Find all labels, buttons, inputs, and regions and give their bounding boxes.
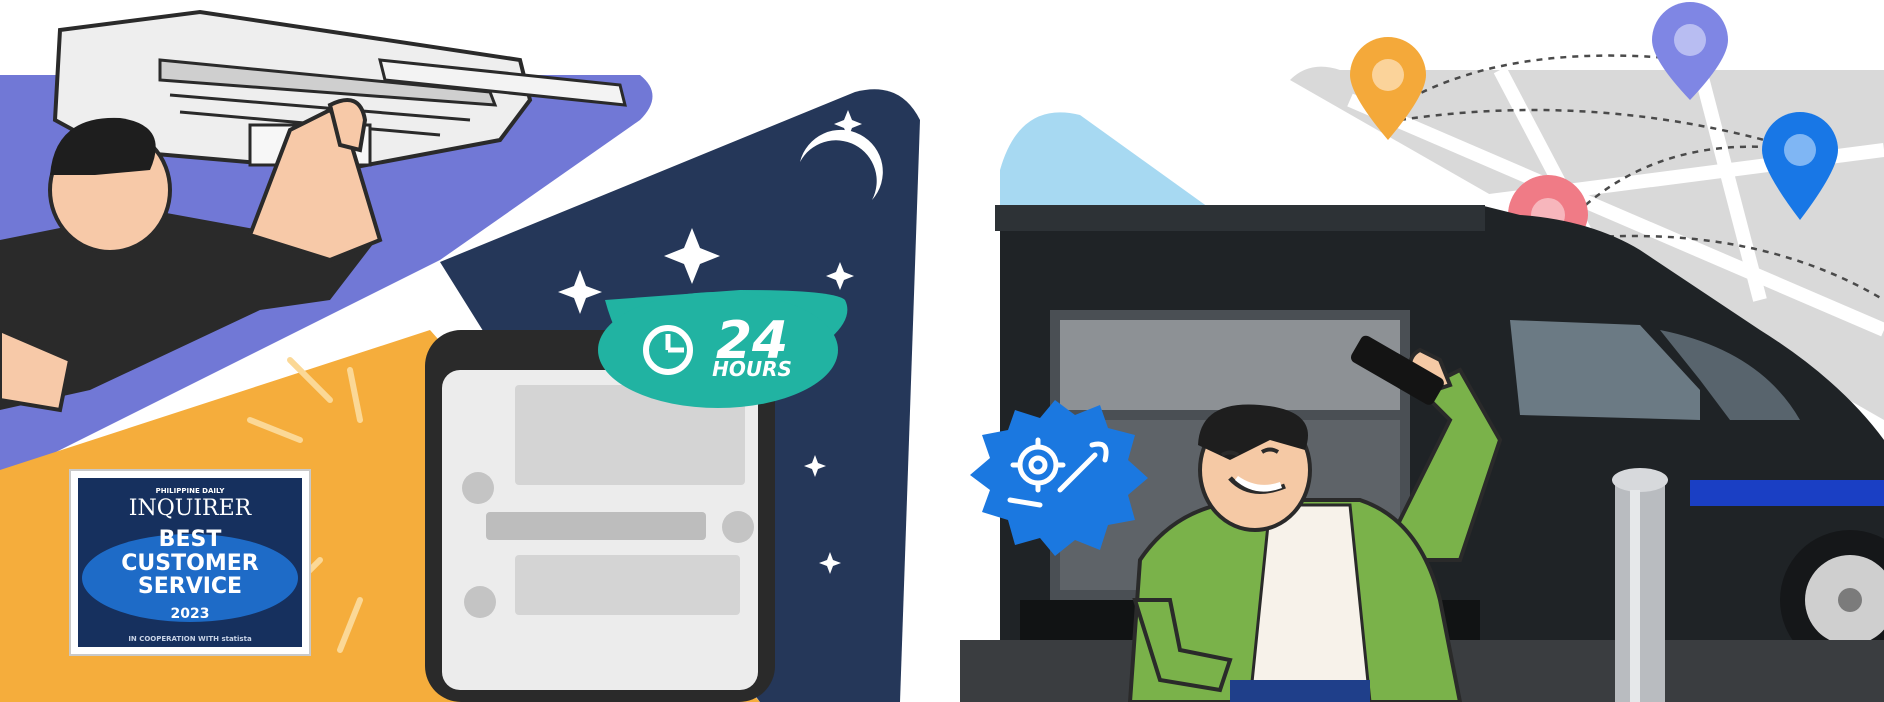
- chat-bubble: [515, 555, 740, 615]
- award-badge: PHILIPPINE DAILY INQUIRER BEST CUSTOMER …: [69, 469, 311, 656]
- chat-avatar: [722, 511, 754, 543]
- customer-shirt: [1248, 503, 1372, 702]
- badge-award-line1: BEST: [159, 527, 222, 552]
- badge-publisher: INQUIRER: [129, 496, 253, 521]
- customer-pants: [1230, 680, 1370, 702]
- chat-avatar: [464, 586, 496, 618]
- bollard: [1612, 468, 1668, 702]
- badge-award-line3: SERVICE: [138, 574, 242, 599]
- badge-year: 2023: [171, 606, 210, 622]
- van-roof-rail: [995, 205, 1485, 231]
- hours-unit: HOURS: [712, 357, 792, 381]
- badge-publisher-line: PHILIPPINE DAILY: [156, 487, 226, 495]
- badge-award-line2: CUSTOMER: [121, 551, 258, 576]
- right-panel: [960, 2, 1884, 702]
- illustration-canvas: PHILIPPINE DAILY INQUIRER BEST CUSTOMER …: [0, 2, 1884, 702]
- badge-footer: IN COOPERATION WITH statista: [128, 635, 252, 643]
- van-interior-panel: [1060, 320, 1400, 410]
- chat-avatar: [462, 472, 494, 504]
- chat-bubble: [486, 512, 706, 540]
- van-stripe: [1690, 480, 1884, 506]
- service-illustration: PHILIPPINE DAILY INQUIRER BEST CUSTOMER …: [0, 0, 1884, 702]
